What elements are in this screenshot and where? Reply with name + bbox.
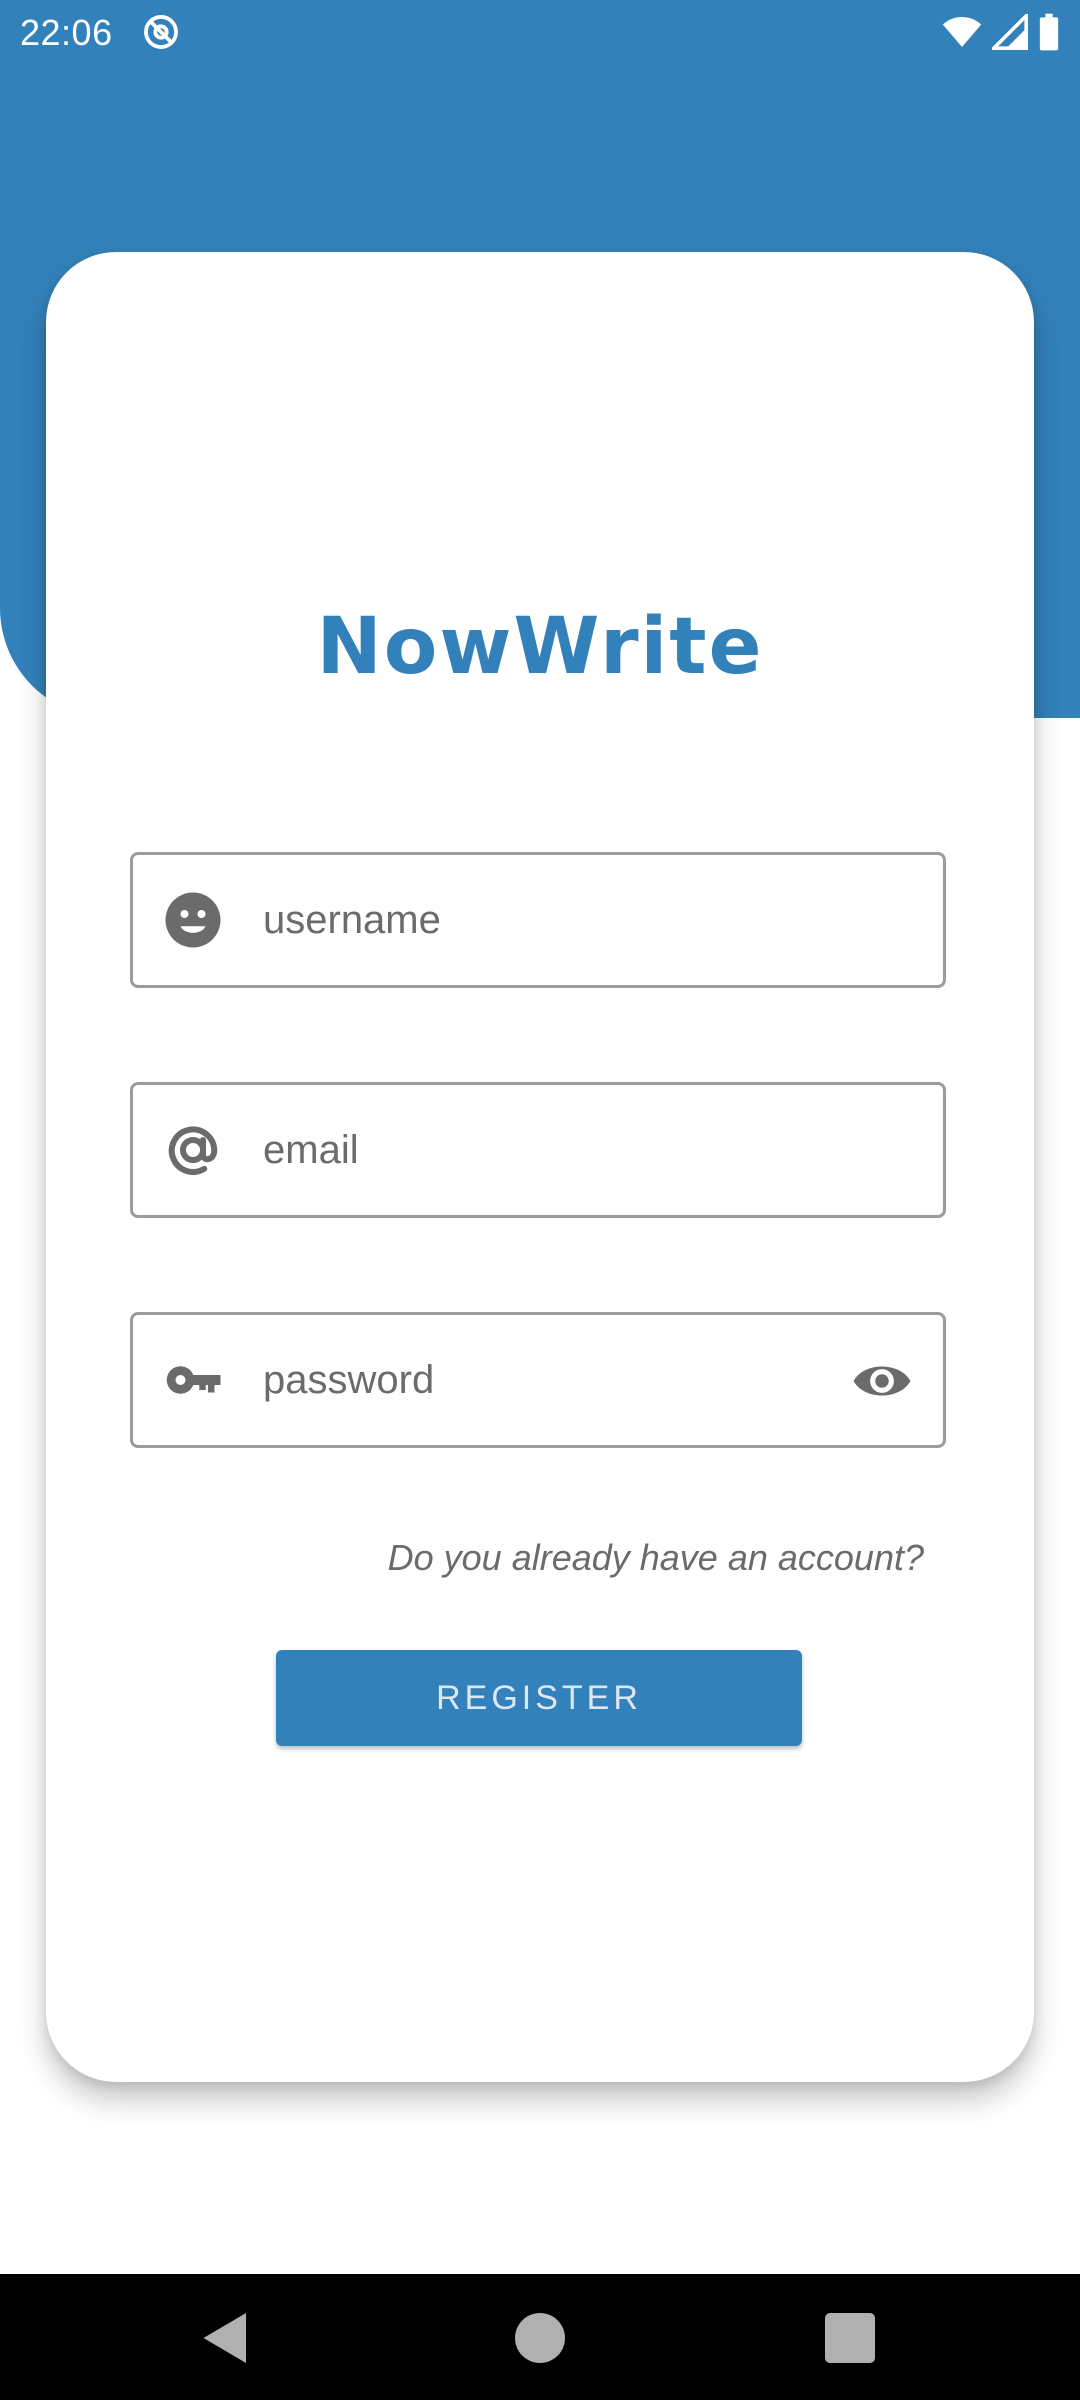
at-sign-icon xyxy=(144,15,178,49)
face-icon xyxy=(165,892,221,948)
back-triangle-icon[interactable] xyxy=(196,2308,256,2368)
eye-icon[interactable] xyxy=(851,1350,913,1412)
at-icon xyxy=(168,1126,218,1175)
username-placeholder: username xyxy=(263,898,441,942)
battery-icon xyxy=(1039,13,1059,51)
register-button[interactable]: REGISTER xyxy=(276,1650,802,1746)
navigation-bar xyxy=(0,2274,1080,2400)
app-logo: NowWrite xyxy=(316,602,764,692)
home-circle-icon[interactable] xyxy=(510,2308,570,2368)
recents-square-icon[interactable] xyxy=(820,2308,880,2368)
wifi-icon xyxy=(942,17,982,47)
login-link[interactable]: Do you already have an account? xyxy=(388,1537,924,1579)
username-field[interactable]: username xyxy=(130,852,946,988)
email-placeholder: email xyxy=(263,1128,359,1172)
email-field[interactable]: email xyxy=(130,1082,946,1218)
password-field[interactable]: password xyxy=(130,1312,946,1448)
status-bar: 22:06 xyxy=(0,0,1080,64)
key-icon xyxy=(166,1366,221,1394)
password-placeholder: password xyxy=(263,1358,435,1402)
status-icons xyxy=(942,12,1060,52)
register-card: NowWrite username email password Do you … xyxy=(46,252,1034,2082)
status-time: 22:06 xyxy=(20,12,113,53)
signal-icon xyxy=(992,14,1028,50)
